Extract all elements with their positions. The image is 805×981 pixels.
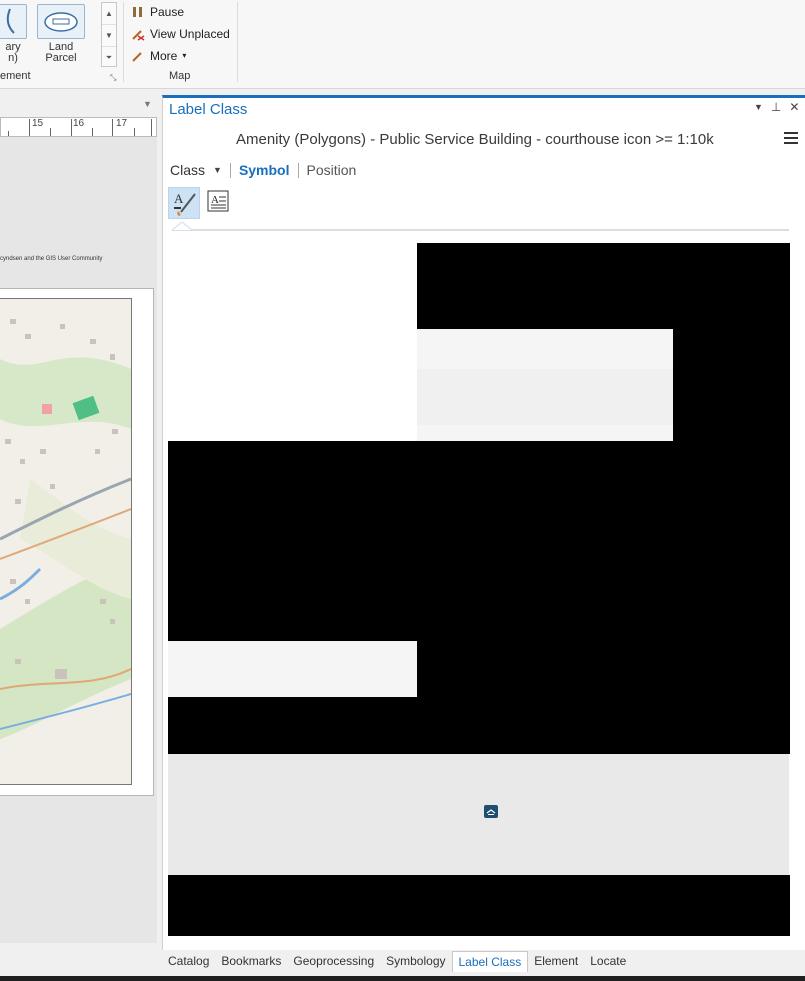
tab-catalog[interactable]: Catalog	[162, 951, 215, 971]
label-class-subtitle: Amenity (Polygons) - Public Service Buil…	[236, 131, 714, 148]
tool-row-divider	[172, 229, 789, 231]
obscured-region	[168, 875, 790, 936]
text-format-icon[interactable]: A	[207, 190, 229, 212]
boundary-label: ary n)	[5, 41, 21, 64]
obscured-region	[168, 697, 790, 754]
active-tool-pointer	[172, 222, 192, 230]
tab-label-class[interactable]: Label Class	[451, 950, 529, 972]
tab-divider	[297, 162, 299, 178]
pane-title: Label Class	[169, 101, 248, 118]
tab-element[interactable]: Element	[528, 951, 584, 971]
more-icon	[131, 49, 145, 63]
ruler-label: 15	[32, 118, 44, 129]
text-symbol-brush-icon[interactable]: A	[168, 187, 200, 219]
view-unplaced-label: View Unplaced	[150, 27, 230, 41]
land-parcel-button[interactable]: Land Parcel	[36, 4, 86, 66]
chevron-down-icon: ▼	[213, 165, 222, 175]
pause-button[interactable]: Pause	[131, 3, 184, 21]
boundary-icon	[0, 4, 27, 39]
layout-view-header: ▼	[0, 97, 157, 117]
horizontal-ruler: 15 16 17	[0, 117, 157, 137]
dock-tabs: Catalog Bookmarks Geoprocessing Symbolog…	[162, 950, 805, 972]
gallery-expand-icon[interactable]: ⏷	[102, 47, 116, 68]
gallery-scroll[interactable]: ▲ ▼ ⏷	[101, 2, 117, 67]
svg-text:A: A	[211, 194, 219, 206]
view-menu-icon[interactable]: ▼	[143, 99, 152, 109]
tab-geoprocessing[interactable]: Geoprocessing	[287, 951, 380, 971]
layout-view-footer	[0, 944, 157, 980]
tab-symbology[interactable]: Symbology	[380, 951, 451, 971]
tab-symbol[interactable]: Symbol	[239, 162, 290, 178]
map-credits: cyndsen and the GIS User Community	[0, 256, 103, 262]
pin-icon[interactable]: ⊥	[771, 100, 781, 114]
tab-class-label: Class	[170, 162, 206, 178]
map-frame[interactable]	[0, 298, 132, 785]
svg-text:A: A	[174, 191, 184, 206]
obscured-region	[168, 441, 790, 641]
more-dropdown-icon: ▾	[182, 51, 187, 60]
group-separator	[123, 2, 124, 82]
group-label-map: Map	[169, 70, 191, 82]
courthouse-icon	[484, 805, 498, 818]
obscured-region	[673, 329, 790, 441]
tab-locate[interactable]: Locate	[584, 951, 632, 971]
obscured-region	[417, 641, 790, 697]
dialog-launcher-icon[interactable]: ⤡	[110, 73, 116, 83]
group-label-placement: ement	[0, 70, 31, 82]
tab-divider	[229, 162, 231, 178]
view-unplaced-icon	[131, 27, 145, 41]
pane-options-icon[interactable]: ▼	[754, 102, 763, 114]
tab-class[interactable]: Class ▼	[170, 162, 222, 178]
tab-position[interactable]: Position	[307, 162, 357, 178]
ruler-label: 16	[73, 118, 85, 129]
more-button[interactable]: More ▾	[131, 47, 186, 65]
menu-icon[interactable]	[784, 132, 798, 146]
properties-row	[417, 369, 673, 425]
group-separator	[237, 2, 238, 82]
obscured-region	[497, 321, 625, 329]
land-parcel-label: Land Parcel	[45, 41, 77, 64]
pane-tabs: Class ▼ Symbol Position	[170, 161, 356, 179]
scroll-down-icon[interactable]: ▼	[102, 25, 116, 47]
more-label: More	[150, 49, 178, 63]
status-bar	[0, 976, 805, 981]
obscured-region	[417, 243, 790, 329]
ruler-label: 17	[116, 118, 128, 129]
tab-bookmarks[interactable]: Bookmarks	[215, 951, 287, 971]
pause-label: Pause	[150, 5, 185, 19]
properties-area	[168, 641, 417, 697]
map-thumbnail	[0, 299, 131, 784]
symbol-preview	[168, 754, 789, 875]
ribbon: ary n) Land Parcel ▲ ▼ ⏷ ement ⤡ Pause V…	[0, 0, 805, 89]
pause-icon	[131, 5, 145, 19]
scroll-up-icon[interactable]: ▲	[102, 3, 116, 25]
view-unplaced-button[interactable]: View Unplaced	[131, 25, 230, 43]
boundary-button[interactable]: ary n)	[0, 4, 28, 66]
close-icon[interactable]: ✕	[789, 100, 799, 114]
land-parcel-icon	[37, 4, 85, 39]
pane-controls: ▼ ⊥ ✕	[754, 100, 799, 114]
